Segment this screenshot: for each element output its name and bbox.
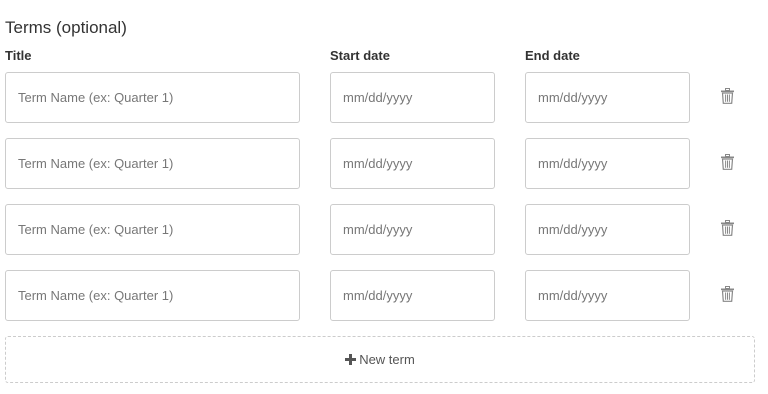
new-term-label: New term (359, 352, 415, 367)
term-start-date-input[interactable] (330, 204, 495, 255)
trash-icon (720, 286, 734, 302)
column-label-end-date: End date (525, 48, 580, 63)
plus-icon (345, 354, 357, 365)
term-title-input[interactable] (5, 270, 300, 321)
term-end-date-input[interactable] (525, 72, 690, 123)
term-title-input[interactable] (5, 138, 300, 189)
term-start-date-input[interactable] (330, 72, 495, 123)
term-title-input[interactable] (5, 204, 300, 255)
term-end-date-input[interactable] (525, 138, 690, 189)
term-start-date-input[interactable] (330, 138, 495, 189)
term-start-date-input[interactable] (330, 270, 495, 321)
delete-term-button[interactable] (717, 85, 737, 107)
delete-term-button[interactable] (717, 217, 737, 239)
term-title-input[interactable] (5, 72, 300, 123)
section-title: Terms (optional) (5, 18, 127, 37)
new-term-button[interactable]: New term (5, 336, 755, 383)
term-row (0, 270, 768, 321)
term-row (0, 72, 768, 123)
term-end-date-input[interactable] (525, 204, 690, 255)
column-label-start-date: Start date (330, 48, 390, 63)
term-row (0, 138, 768, 189)
delete-term-button[interactable] (717, 283, 737, 305)
trash-icon (720, 88, 734, 104)
trash-icon (720, 220, 734, 236)
trash-icon (720, 154, 734, 170)
term-row (0, 204, 768, 255)
delete-term-button[interactable] (717, 151, 737, 173)
column-label-title: Title (5, 48, 32, 63)
term-end-date-input[interactable] (525, 270, 690, 321)
